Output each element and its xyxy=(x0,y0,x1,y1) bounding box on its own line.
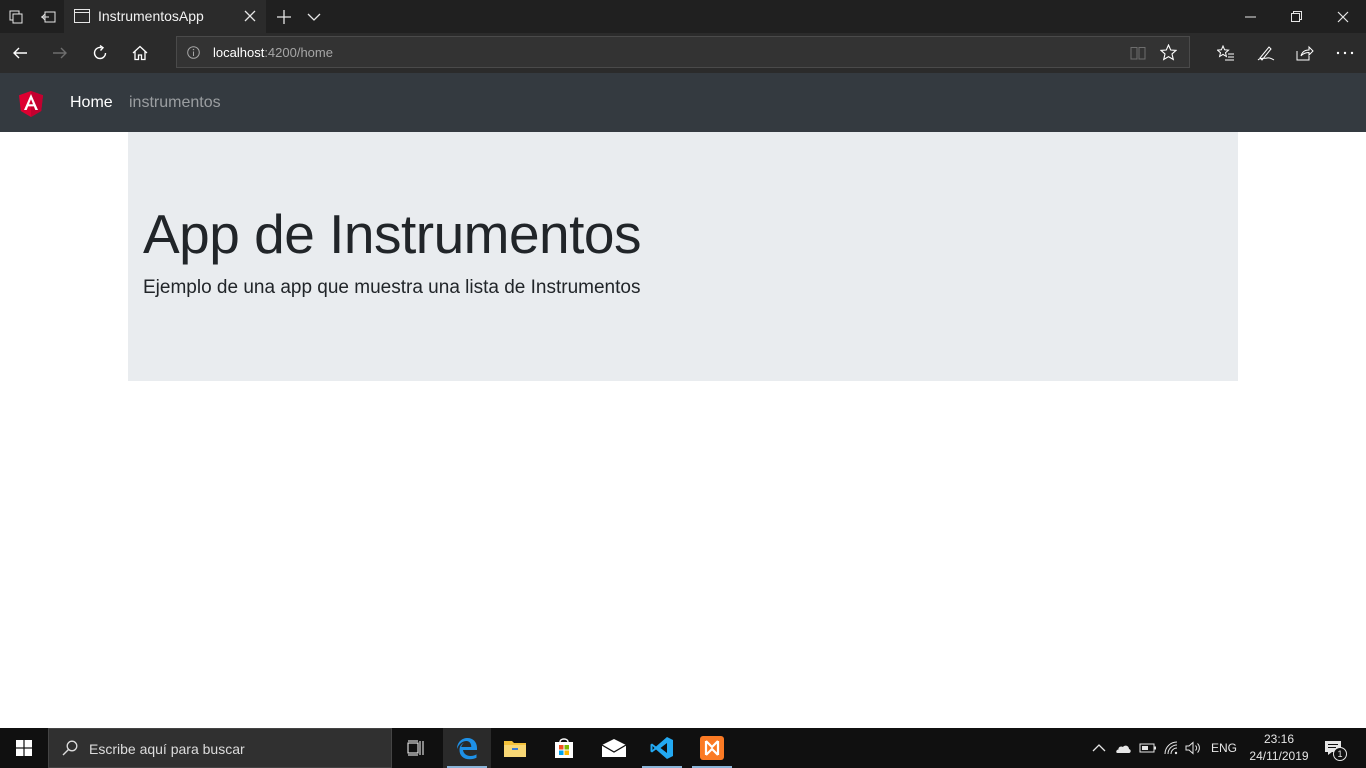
chevron-down-icon[interactable] xyxy=(298,0,330,33)
close-tab-icon[interactable] xyxy=(242,8,258,24)
forward-button[interactable] xyxy=(40,33,80,73)
refresh-icon xyxy=(93,45,107,60)
windows-logo-icon xyxy=(16,740,32,756)
vscode-icon xyxy=(650,737,673,759)
store-bag-icon xyxy=(555,738,573,758)
notes-button[interactable] xyxy=(1246,33,1286,73)
search-placeholder: Escribe aquí para buscar xyxy=(89,741,245,757)
browser-nav-bar: localhost:4200/home xyxy=(0,33,1366,73)
taskbar-mail[interactable] xyxy=(590,728,638,768)
search-icon xyxy=(62,740,78,756)
set-aside-tabs-icon[interactable] xyxy=(32,0,64,33)
reading-view-icon[interactable] xyxy=(1130,45,1146,61)
tab-preview-icon[interactable] xyxy=(0,0,32,33)
onedrive-cloud-icon[interactable] xyxy=(1114,740,1132,756)
clock[interactable]: 23:16 24/11/2019 xyxy=(1244,731,1314,765)
url-text: localhost:4200/home xyxy=(213,45,333,60)
edge-browser-icon xyxy=(457,738,477,760)
refresh-button[interactable] xyxy=(80,33,120,73)
task-view-button[interactable] xyxy=(392,728,440,768)
app-navbar: Home instrumentos xyxy=(0,73,1366,132)
nav-link-home[interactable]: Home xyxy=(70,94,113,112)
browser-tab-bar: InstrumentosApp xyxy=(0,0,1366,33)
close-window-button[interactable] xyxy=(1320,0,1366,33)
share-icon xyxy=(1296,45,1314,61)
favorites-button[interactable] xyxy=(1206,33,1246,73)
forward-arrow-icon xyxy=(53,47,67,59)
xampp-icon xyxy=(700,736,724,760)
language-indicator[interactable]: ENG xyxy=(1211,741,1237,755)
minimize-button[interactable] xyxy=(1228,0,1274,33)
home-button[interactable] xyxy=(120,33,160,73)
volume-icon[interactable] xyxy=(1185,740,1203,756)
mail-icon xyxy=(602,739,626,757)
taskbar-xampp[interactable] xyxy=(688,728,736,768)
notification-badge: 1 xyxy=(1333,747,1347,761)
more-button[interactable] xyxy=(1325,33,1365,73)
home-icon xyxy=(132,45,148,61)
page-title: App de Instrumentos xyxy=(143,203,642,265)
back-arrow-icon xyxy=(13,47,27,59)
tab-instrumentosapp[interactable]: InstrumentosApp xyxy=(64,0,266,33)
url-host: localhost xyxy=(213,45,265,60)
taskbar-search[interactable]: Escribe aquí para buscar xyxy=(48,728,392,768)
taskbar-vscode[interactable] xyxy=(638,728,686,768)
chevron-up-icon[interactable] xyxy=(1091,740,1107,756)
pen-icon xyxy=(1257,46,1275,61)
back-button[interactable] xyxy=(0,33,40,73)
task-view-icon xyxy=(407,740,424,756)
ellipsis-icon xyxy=(1336,51,1354,55)
page-icon xyxy=(74,9,90,23)
taskbar: Escribe aquí para buscar ENG 23:16 24/11… xyxy=(0,728,1366,768)
tab-title: InstrumentosApp xyxy=(98,8,204,24)
share-button[interactable] xyxy=(1285,33,1325,73)
action-center-button[interactable]: 1 xyxy=(1318,736,1348,761)
clock-date: 24/11/2019 xyxy=(1249,749,1309,763)
new-tab-icon[interactable] xyxy=(268,0,300,33)
nav-link-instrumentos[interactable]: instrumentos xyxy=(129,94,221,112)
lead-text: Ejemplo de una app que muestra una lista… xyxy=(143,277,641,298)
info-icon[interactable] xyxy=(187,46,200,59)
folder-icon xyxy=(504,741,526,757)
taskbar-file-explorer[interactable] xyxy=(491,728,539,768)
start-button[interactable] xyxy=(0,728,48,768)
address-bar[interactable]: localhost:4200/home xyxy=(176,36,1190,68)
favorites-list-icon xyxy=(1217,45,1234,61)
url-path: :4200/home xyxy=(264,45,333,60)
jumbotron: App de Instrumentos Ejemplo de una app q… xyxy=(128,132,1238,381)
favorite-star-icon[interactable] xyxy=(1160,44,1177,61)
taskbar-store[interactable] xyxy=(540,728,588,768)
wifi-icon[interactable] xyxy=(1163,740,1179,756)
restore-button[interactable] xyxy=(1274,0,1320,33)
clock-time: 23:16 xyxy=(1263,732,1295,746)
taskbar-edge[interactable] xyxy=(443,728,491,768)
battery-icon[interactable] xyxy=(1139,740,1157,756)
angular-logo-icon[interactable] xyxy=(19,91,43,117)
